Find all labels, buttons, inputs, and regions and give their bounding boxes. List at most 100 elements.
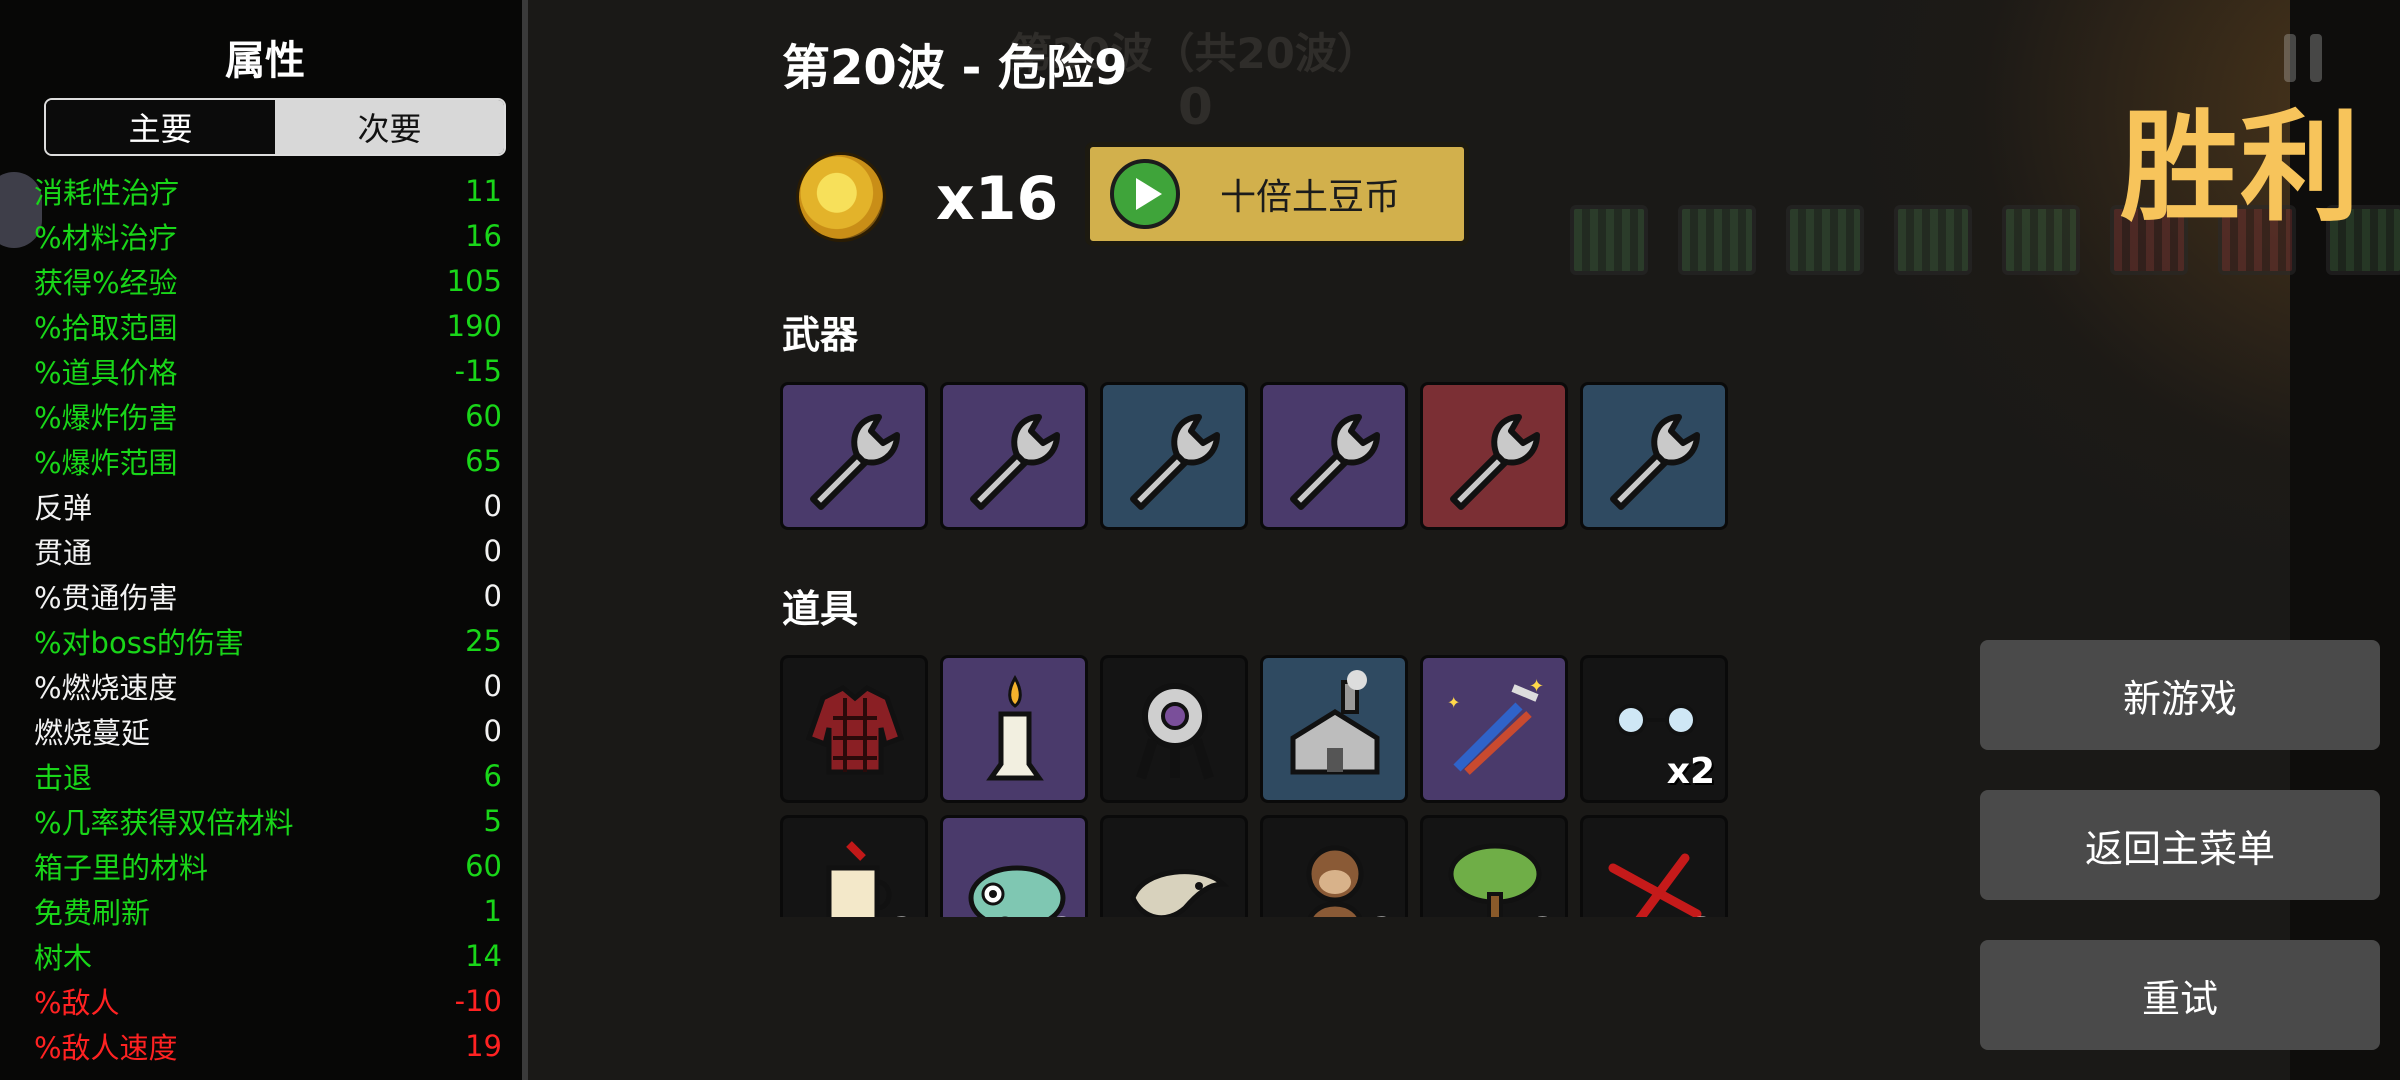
stat-label: 贯通 <box>34 535 93 570</box>
stat-value: -10 <box>454 983 502 1018</box>
stat-row: 消耗性治疗 11 <box>34 168 502 213</box>
weapon-slot[interactable] <box>780 382 928 530</box>
weapon-slot[interactable] <box>1260 382 1408 530</box>
stat-label: %敌人 <box>34 985 120 1020</box>
stat-label: 获得%经验 <box>34 265 178 300</box>
item-slot[interactable] <box>1260 655 1408 803</box>
stat-label: %对boss的伤害 <box>34 625 244 660</box>
item-slot[interactable] <box>1100 655 1248 803</box>
stat-row: 贯通 0 <box>34 528 502 573</box>
coin-count: x16 <box>936 164 1059 234</box>
stat-label: 燃烧蔓延 <box>34 715 151 750</box>
stat-label: %爆炸伤害 <box>34 400 178 435</box>
svg-text:✦: ✦ <box>1529 676 1544 697</box>
item-slot[interactable] <box>1100 815 1248 917</box>
stat-value: 25 <box>465 623 502 658</box>
stat-value: 190 <box>446 308 502 343</box>
stats-title: 属性 <box>225 38 305 84</box>
items-grid: ✦✦x2x2x2x2x8x2 <box>780 655 1740 917</box>
stat-label: %贯通伤害 <box>34 580 178 615</box>
stat-row: %燃烧速度 0 <box>34 663 502 708</box>
stat-label: %敌人速度 <box>34 1030 178 1065</box>
stat-value: 0 <box>483 713 502 748</box>
stat-value: -15 <box>454 353 502 388</box>
weapons-grid <box>780 382 1740 530</box>
stat-list: 消耗性治疗 11 %材料治疗 16 获得%经验 105 %拾取范围 190 %道具价格 -15 %爆… <box>34 168 502 1068</box>
item-slot[interactable]: x2 <box>940 815 1088 917</box>
weapon-slot[interactable] <box>1100 382 1248 530</box>
potato-coin-icon <box>796 152 886 242</box>
items-scroll-area[interactable]: ✦✦x2x2x2x2x8x2 <box>780 655 1740 917</box>
stat-label: %几率获得双倍材料 <box>34 805 294 840</box>
item-slot[interactable] <box>940 655 1088 803</box>
panel-divider <box>522 0 528 1080</box>
stats-panel: 属性 主要 次要 消耗性治疗 11 %材料治疗 16 获得%经验 105 %拾取范围 190%… <box>0 0 522 1080</box>
stat-row: 燃烧蔓延 0 <box>34 708 502 753</box>
stat-value: 0 <box>483 533 502 568</box>
main-menu-button[interactable]: 返回主菜单 <box>1980 790 2380 900</box>
item-count: x8 <box>1507 911 1555 917</box>
stat-value: 0 <box>483 578 502 613</box>
wave-title: 第20波 - 危险9 <box>782 40 1128 96</box>
stat-value: 14 <box>465 938 502 973</box>
stat-row: 反弹 0 <box>34 483 502 528</box>
stat-row: %爆炸伤害 60 <box>34 393 502 438</box>
crate-icon <box>1570 205 1648 275</box>
stat-value: 1 <box>483 893 502 928</box>
tab-secondary[interactable]: 次要 <box>275 100 504 154</box>
stat-label: 箱子里的材料 <box>34 850 209 885</box>
item-count: x2 <box>1666 751 1715 792</box>
items-label: 道具 <box>782 587 859 631</box>
item-slot[interactable]: x2 <box>1580 655 1728 803</box>
stat-value: 105 <box>446 263 502 298</box>
tenfold-coin-button[interactable]: 十倍土豆币 <box>1085 142 1469 246</box>
item-count: x2 <box>867 911 915 917</box>
stat-label: %拾取范围 <box>34 310 178 345</box>
stat-row: %拾取范围 190 <box>34 303 502 348</box>
item-slot[interactable]: x2 <box>780 815 928 917</box>
stat-value: 0 <box>483 668 502 703</box>
stat-label: %道具价格 <box>34 355 178 390</box>
retry-button[interactable]: 重试 <box>1980 940 2380 1050</box>
stat-label: 击退 <box>34 760 93 795</box>
weapon-slot[interactable] <box>940 382 1088 530</box>
stat-row: %爆炸范围 65 <box>34 438 502 483</box>
stat-label: %燃烧速度 <box>34 670 178 705</box>
stat-label: %爆炸范围 <box>34 445 178 480</box>
stat-value: 11 <box>465 173 502 208</box>
stat-value: 60 <box>465 398 502 433</box>
item-slot[interactable] <box>780 655 928 803</box>
item-count: x2 <box>1027 911 1075 917</box>
stat-label: 消耗性治疗 <box>34 175 180 210</box>
new-game-button[interactable]: 新游戏 <box>1980 640 2380 750</box>
stat-value: 65 <box>465 443 502 478</box>
stat-value: 6 <box>483 758 502 793</box>
play-icon <box>1110 159 1180 229</box>
stat-row: %贯通伤害 0 <box>34 573 502 618</box>
tab-main[interactable]: 主要 <box>46 100 275 154</box>
stat-value: 0 <box>483 488 502 523</box>
stat-value: 16 <box>465 218 502 253</box>
item-slot[interactable]: ✦ ✦ <box>1420 655 1568 803</box>
stat-row: %材料治疗 16 <box>34 213 502 258</box>
weapons-label: 武器 <box>782 313 859 357</box>
item-count: x2 <box>1667 911 1715 917</box>
stat-row: %对boss的伤害 25 <box>34 618 502 663</box>
stat-row: %敌人 -10 <box>34 978 502 1023</box>
item-slot[interactable]: x2 <box>1260 815 1408 917</box>
stat-row: 获得%经验 105 <box>34 258 502 303</box>
weapon-slot[interactable] <box>1580 382 1728 530</box>
stat-row: %几率获得双倍材料 5 <box>34 798 502 843</box>
stat-label: %材料治疗 <box>34 220 178 255</box>
weapon-slot[interactable] <box>1420 382 1568 530</box>
stat-value: 5 <box>483 803 502 838</box>
stat-row: %敌人速度 19 <box>34 1023 502 1068</box>
stats-tabs: 主要 次要 <box>44 98 506 156</box>
stat-row: 击退 6 <box>34 753 502 798</box>
crate-icon <box>1894 205 1972 275</box>
item-slot[interactable]: x2 <box>1580 815 1728 917</box>
item-slot[interactable]: x8 <box>1420 815 1568 917</box>
tenfold-coin-label: 十倍土豆币 <box>1220 177 1401 218</box>
stat-label: 树木 <box>34 940 93 975</box>
crate-icon <box>1786 205 1864 275</box>
